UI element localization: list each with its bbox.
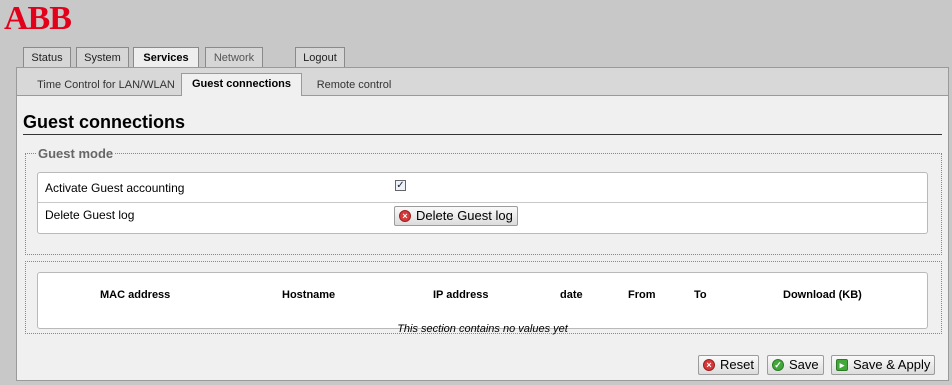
col-to: To: [694, 289, 707, 301]
tab-services[interactable]: Services: [133, 47, 199, 69]
reset-button[interactable]: × Reset: [698, 355, 759, 375]
reset-icon: ×: [703, 359, 715, 371]
apply-arrow-icon: ▸: [836, 359, 848, 371]
tab-status[interactable]: Status: [23, 47, 71, 67]
abb-logo: ABB: [4, 0, 72, 37]
guest-log-fieldset: MAC address Hostname IP address date Fro…: [25, 261, 942, 335]
delete-icon: ×: [399, 210, 411, 222]
title-divider: [23, 134, 942, 135]
checkmark-icon: ✓: [396, 180, 405, 191]
delete-guest-log-button[interactable]: × Delete Guest log: [394, 206, 518, 226]
subtab-time-control[interactable]: Time Control for LAN/WLAN: [26, 76, 186, 95]
tab-system[interactable]: System: [76, 47, 129, 67]
subtab-remote-control[interactable]: Remote control: [309, 76, 399, 95]
save-apply-button[interactable]: ▸ Save & Apply: [831, 355, 936, 375]
empty-table-message: This section contains no values yet: [397, 323, 568, 335]
save-apply-button-label: Save & Apply: [853, 357, 931, 372]
reset-button-label: Reset: [720, 357, 754, 372]
col-ip-address: IP address: [433, 289, 489, 301]
delete-guest-log-button-label: Delete Guest log: [416, 208, 513, 223]
save-icon: ✓: [772, 359, 784, 371]
activate-guest-accounting-label: Activate Guest accounting: [45, 181, 185, 195]
activate-guest-accounting-checkbox[interactable]: ✓: [395, 180, 406, 191]
delete-guest-log-label: Delete Guest log: [45, 208, 135, 222]
col-hostname: Hostname: [282, 289, 336, 301]
sub-tab-bar: Time Control for LAN/WLAN Guest connecti…: [17, 68, 948, 96]
col-date: date: [560, 289, 583, 301]
tab-network[interactable]: Network: [205, 47, 263, 67]
row-divider: [38, 202, 927, 203]
col-mac-address: MAC address: [100, 289, 171, 301]
subtab-guest-connections[interactable]: Guest connections: [181, 73, 302, 96]
guest-mode-options: Activate Guest accounting ✓ Delete Guest…: [37, 172, 928, 234]
guest-log-table: MAC address Hostname IP address date Fro…: [37, 272, 928, 335]
save-button-label: Save: [789, 357, 819, 372]
save-button[interactable]: ✓ Save: [767, 355, 824, 375]
col-download-kb: Download (KB): [783, 289, 862, 301]
tab-logout[interactable]: Logout: [295, 47, 345, 67]
page-title: Guest connections: [23, 112, 186, 132]
content-panel: Time Control for LAN/WLAN Guest connecti…: [16, 67, 949, 381]
guest-mode-legend: Guest mode: [36, 146, 116, 161]
guest-mode-fieldset: Guest mode Activate Guest accounting ✓ D…: [25, 146, 942, 255]
col-from: From: [628, 289, 656, 301]
